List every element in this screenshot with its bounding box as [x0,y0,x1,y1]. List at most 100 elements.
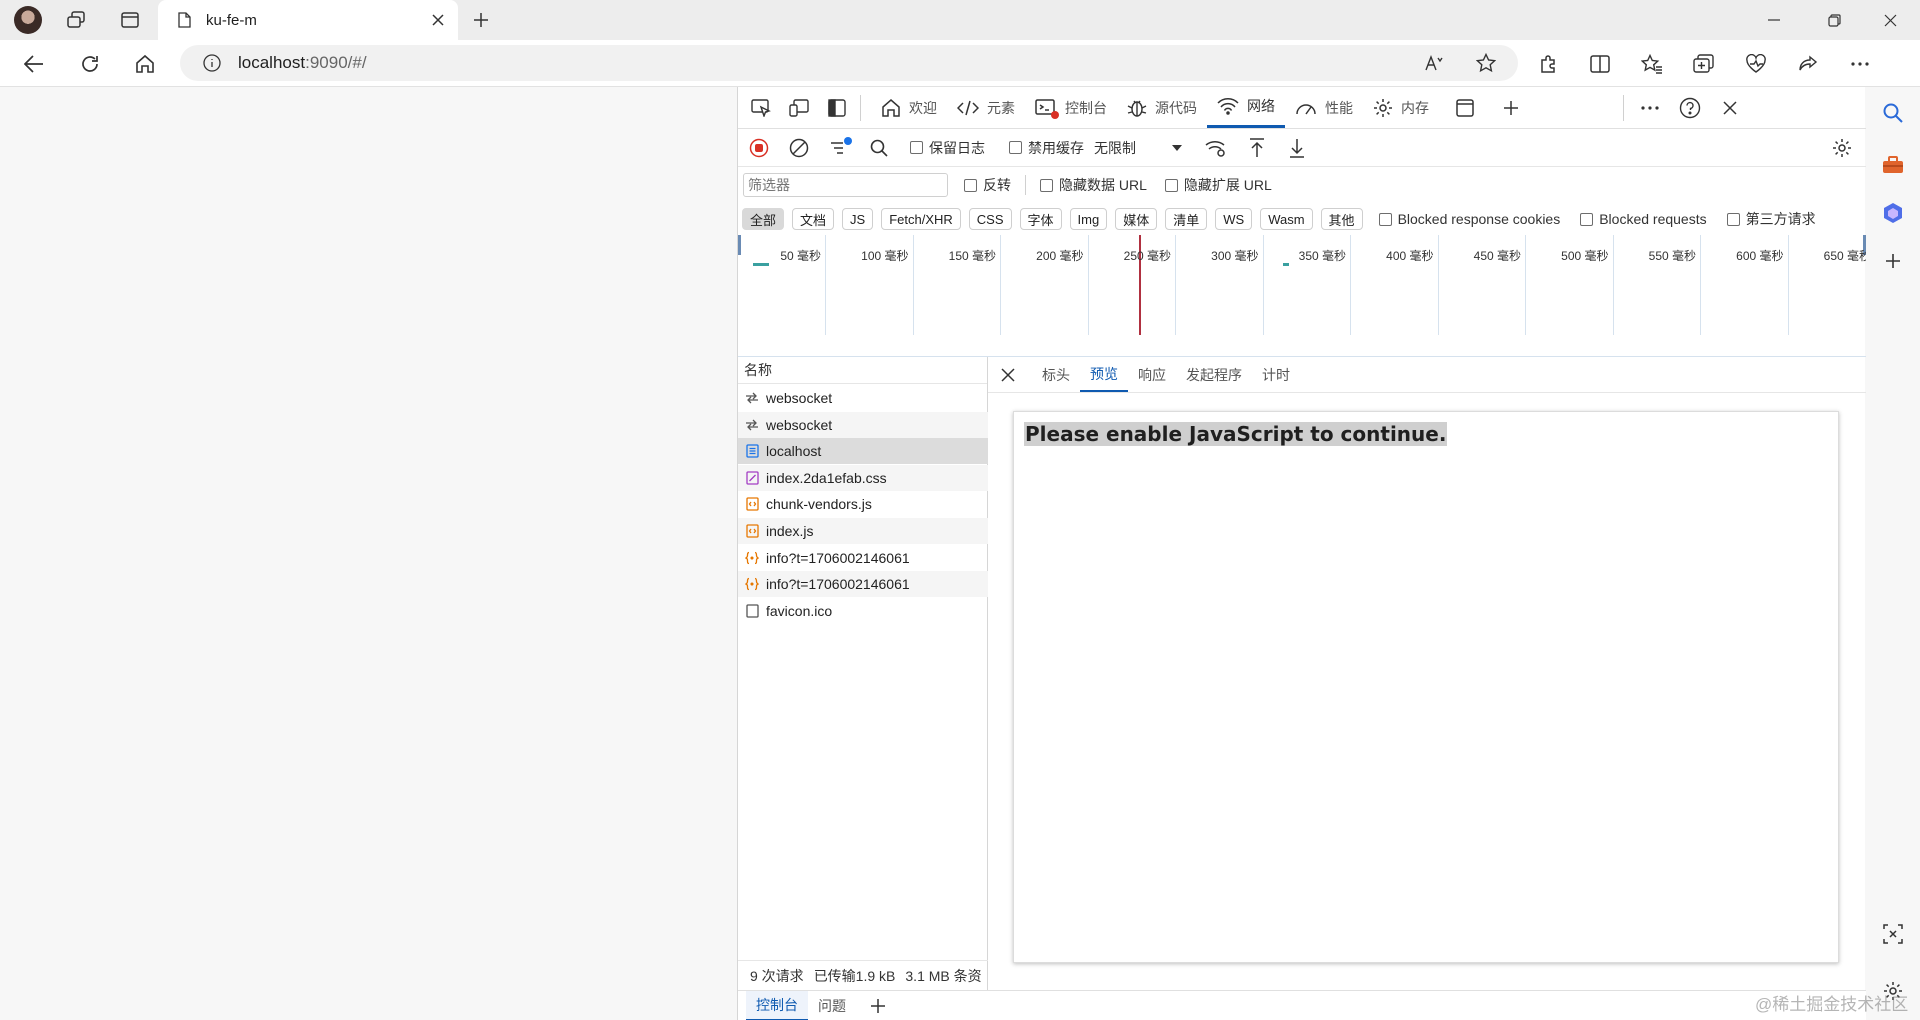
favorite-icon[interactable] [1474,51,1498,75]
info-icon[interactable] [202,53,222,73]
filter-type-pill[interactable]: Wasm [1260,208,1313,230]
filter-type-pill[interactable]: Fetch/XHR [881,208,961,230]
request-row[interactable]: localhost [738,438,988,465]
request-row[interactable]: index.2da1efab.css [738,464,988,491]
hide-ext-urls-checkbox[interactable]: 隐藏扩展 URL [1164,175,1272,195]
filter-type-pill[interactable]: WS [1215,208,1253,230]
filter-check[interactable]: Blocked requests [1580,211,1707,227]
tab-network[interactable]: 网络 [1207,88,1285,128]
close-icon[interactable] [998,365,1018,385]
split-screen-icon[interactable] [1587,51,1613,77]
tab-headers[interactable]: 标头 [1032,358,1080,392]
tools-icon[interactable] [1881,153,1905,177]
more-icon[interactable] [1638,96,1662,120]
tab-preview[interactable]: 预览 [1080,358,1128,392]
checkbox[interactable] [964,178,977,192]
add-drawer-tab-icon[interactable] [868,996,888,1016]
favorites-icon[interactable] [1639,51,1665,77]
new-tab-icon[interactable] [470,9,492,31]
checkbox[interactable] [1164,178,1178,192]
tab-performance[interactable]: 性能 [1285,88,1363,128]
close-devtools-icon[interactable] [1718,96,1742,120]
close-icon[interactable] [430,12,446,28]
checkbox[interactable] [910,141,923,154]
filter-type-pill[interactable]: 媒体 [1115,208,1158,230]
minimize-icon[interactable] [1762,9,1786,31]
network-overview[interactable]: 50 毫秒 100 毫秒 150 毫秒 200 毫秒 250 毫秒 300 毫秒 350 毫… [738,235,1876,357]
health-icon[interactable] [1743,51,1769,77]
add-tool-icon[interactable] [1499,96,1523,120]
inspect-icon[interactable] [748,95,774,121]
checkbox[interactable] [1378,212,1392,226]
disable-cache-checkbox[interactable]: 禁用缓存 [1009,138,1084,158]
settings-icon[interactable] [1830,136,1854,160]
extensions-icon[interactable] [1535,51,1561,77]
request-row[interactable]: info?t=1706002146061 [738,545,988,571]
filter-type-pill[interactable]: 其他 [1320,208,1363,230]
checkbox[interactable] [1040,178,1053,192]
filter-type-pill[interactable]: JS [842,208,874,230]
network-conditions-icon[interactable] [1204,137,1228,159]
more-icon[interactable] [1847,51,1873,77]
drawer-tab-console[interactable]: 控制台 [746,990,808,1020]
tab-timing[interactable]: 计时 [1252,358,1300,392]
tab-elements[interactable]: 元素 [947,88,1025,128]
tab-console[interactable]: 控制台 [1025,88,1117,128]
refresh-icon[interactable] [78,52,102,76]
copilot-icon[interactable] [1881,201,1905,225]
help-icon[interactable] [1678,96,1702,120]
browser-tab[interactable]: ku-fe-m [158,0,458,40]
request-row[interactable]: websocket [738,411,988,438]
tab-sources[interactable]: 源代码 [1117,88,1207,128]
preserve-log-checkbox[interactable]: 保留日志 [910,138,985,158]
request-row[interactable]: websocket [738,385,988,411]
home-icon[interactable] [133,52,157,76]
tab-memory[interactable]: 内存 [1363,88,1439,128]
clear-icon[interactable] [788,137,810,159]
search-icon[interactable] [1881,101,1905,125]
device-toolbar-icon[interactable] [786,95,812,121]
tab-response[interactable]: 响应 [1128,358,1176,392]
name-column-header[interactable]: 名称 [738,357,987,384]
request-row[interactable]: index.js [738,518,988,544]
filter-check[interactable]: 第三方请求 [1726,209,1816,229]
record-icon[interactable] [748,137,770,159]
read-aloud-icon[interactable] [1422,51,1446,75]
filter-input[interactable] [743,173,948,197]
request-row[interactable]: chunk-vendors.js [738,491,988,517]
filter-type-pill[interactable]: 清单 [1165,208,1208,230]
filter-type-pill[interactable]: Img [1069,208,1108,230]
filter-type-pill[interactable]: 全部 [742,208,785,230]
hide-data-urls-checkbox[interactable]: 隐藏数据 URL [1040,175,1147,195]
workspaces-icon[interactable] [64,9,88,31]
throttle-select[interactable]: 无限制 [1094,138,1182,158]
application-icon[interactable] [1453,96,1477,120]
filter-type-pill[interactable]: CSS [968,208,1012,230]
vertical-tabs-icon[interactable] [118,9,142,31]
request-row[interactable]: favicon.ico [738,598,988,624]
tab-welcome[interactable]: 欢迎 [871,88,947,128]
checkbox[interactable] [1580,212,1594,226]
download-icon[interactable] [1286,137,1308,159]
drawer-tab-issues[interactable]: 问题 [808,991,856,1020]
dock-icon[interactable] [824,95,850,121]
add-sidebar-icon[interactable] [1881,249,1905,273]
avatar[interactable] [14,6,42,34]
restore-icon[interactable] [1822,9,1846,31]
checkbox[interactable] [1726,212,1740,226]
back-icon[interactable] [22,52,46,76]
overview-left-handle[interactable] [738,235,741,255]
window-close-icon[interactable] [1878,9,1902,31]
filter-icon[interactable] [828,136,852,159]
screenshot-icon[interactable] [1881,922,1905,946]
tab-initiator[interactable]: 发起程序 [1176,358,1252,392]
collections-icon[interactable] [1691,51,1717,77]
filter-type-pill[interactable]: 字体 [1019,208,1062,230]
upload-icon[interactable] [1246,137,1268,159]
share-icon[interactable] [1795,51,1821,77]
address-bar[interactable]: localhost:9090/#/ [180,45,1518,81]
filter-check[interactable]: Blocked response cookies [1378,211,1560,227]
filter-type-pill[interactable]: 文档 [792,208,835,230]
checkbox[interactable] [1009,141,1022,154]
invert-checkbox[interactable]: 反转 [964,175,1011,195]
